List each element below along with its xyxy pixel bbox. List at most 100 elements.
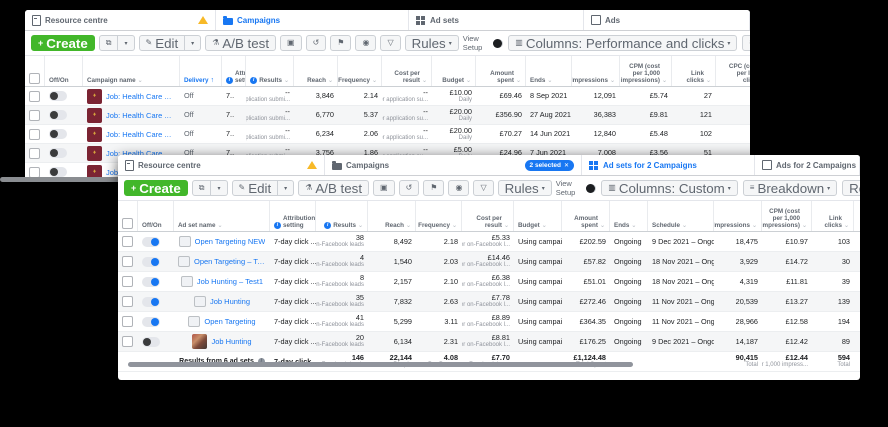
breakdown-button[interactable]: ≡ Breakdown▾ (742, 35, 750, 51)
row-name-link[interactable]: Job: Health Care Assistant (106, 92, 176, 101)
on-off-toggle[interactable] (142, 276, 160, 287)
column-header-attr[interactable]: i Attribution setting (270, 201, 316, 231)
column-header-name[interactable]: Campaign name ⌄ (83, 56, 180, 86)
columns-button[interactable]: ▥ Columns: Performance and clicks ▾ (508, 35, 738, 51)
select-all-checkbox[interactable] (29, 73, 40, 84)
view-setup-toggle[interactable] (585, 183, 597, 193)
column-header-clicks[interactable]: Link clicks ⌄ (672, 56, 716, 86)
column-header-results[interactable]: i Results ⌄ (316, 201, 368, 231)
undo-button[interactable]: ↺ (305, 35, 327, 51)
duplicate-dropdown-button[interactable]: ▾ (211, 180, 228, 196)
reports-button[interactable]: Reports▾ (842, 180, 860, 196)
rules-button[interactable]: Rules ▾ (404, 35, 459, 51)
view-setup-toggle[interactable] (492, 38, 504, 48)
edit-button[interactable]: ✎ Edit (138, 35, 186, 51)
on-off-toggle[interactable] (142, 316, 160, 327)
close-icon[interactable]: ✕ (564, 162, 569, 169)
row-name-link[interactable]: Open Targeting NEW (195, 237, 266, 246)
column-header-impr[interactable]: Impressions ⌄ (714, 201, 762, 231)
column-header-delivery[interactable]: Delivery ↑ (180, 56, 222, 86)
selected-count-badge[interactable]: 2 selected ✕ (524, 159, 574, 171)
column-header-freq[interactable]: Frequency ⌄ (338, 56, 382, 86)
column-header-reach[interactable]: Reach ⌄ (294, 56, 338, 86)
on-off-toggle[interactable] (142, 256, 160, 267)
column-header-ends[interactable]: Ends ⌄ (610, 201, 648, 231)
undo-button[interactable]: ↺ (398, 180, 420, 196)
audience-button[interactable]: ◉ (448, 180, 470, 196)
column-header-toggle[interactable]: Off/On (45, 56, 83, 86)
row-name-link[interactable]: Job Hunting (210, 297, 250, 306)
row-checkbox[interactable] (29, 90, 40, 102)
row-checkbox[interactable] (122, 236, 133, 247)
column-header-cpm[interactable]: CPM (cost per 1,000 impressions) ⌄ (762, 201, 812, 231)
funnel-button[interactable]: ▽ (473, 180, 494, 196)
row-name-link[interactable]: Job: Health Care Assistant *Imm... (106, 130, 176, 139)
columns-button[interactable]: ▥ Columns: Custom ▾ (601, 180, 738, 196)
tab-ads[interactable]: Ads (584, 10, 750, 30)
column-header-impr[interactable]: Impressions ⌄ (572, 56, 620, 86)
horizontal-scrollbar[interactable] (128, 362, 633, 367)
edit-dropdown-button[interactable]: ▾ (278, 180, 295, 196)
column-header-reach[interactable]: Reach ⌄ (368, 201, 416, 231)
column-header-attr[interactable]: i Attr sett (222, 56, 246, 86)
row-checkbox[interactable] (29, 147, 40, 159)
on-off-toggle[interactable] (49, 91, 67, 101)
tab-ads-for-2-campaigns[interactable]: Ads for 2 Campaigns (755, 155, 860, 175)
row-name-link[interactable]: Job Hunting – Test1 (197, 277, 263, 286)
funnel-button[interactable]: ▽ (380, 35, 401, 51)
on-off-toggle[interactable] (142, 296, 160, 307)
on-off-toggle[interactable] (49, 167, 67, 177)
on-off-toggle[interactable] (49, 110, 67, 120)
row-checkbox[interactable] (122, 256, 133, 267)
row-checkbox[interactable] (29, 128, 40, 140)
column-header-schedule[interactable]: Schedule ⌄ (648, 201, 714, 231)
tab-campaigns[interactable]: Campaigns 2 selected ✕ (325, 155, 582, 175)
row-name-link[interactable]: Open Targeting (204, 317, 255, 326)
column-header-check[interactable] (25, 56, 45, 86)
audience-button[interactable]: ◉ (355, 35, 377, 51)
row-checkbox[interactable] (29, 166, 40, 178)
tab-resource-centre[interactable]: Resource centre (25, 10, 216, 30)
column-header-clicks[interactable]: Link clicks ⌄ (812, 201, 854, 231)
on-off-toggle[interactable] (142, 236, 160, 247)
on-off-toggle[interactable] (49, 148, 67, 158)
row-checkbox[interactable] (122, 336, 133, 347)
row-name-link[interactable]: Job: Health Care Assistant (106, 111, 176, 120)
tab-campaigns[interactable]: Campaigns (216, 10, 409, 30)
on-off-toggle[interactable] (49, 129, 67, 139)
row-name-link[interactable]: Open Targeting – Test1 (194, 257, 266, 266)
column-header-cost[interactable]: Cost per result ⌄ (462, 201, 514, 231)
duplicate-dropdown-button[interactable]: ▾ (118, 35, 135, 51)
pin-button[interactable]: ⚑ (423, 180, 445, 196)
column-header-ends[interactable]: Ends ⌄ (526, 56, 572, 86)
column-header-results[interactable]: i Results ⌄ (246, 56, 294, 86)
tab-ad-sets-for-2-campaigns[interactable]: Ad sets for 2 Campaigns (582, 155, 755, 175)
breakdown-button[interactable]: ≡ Breakdown▾ (742, 180, 838, 196)
column-header-spent[interactable]: Amount spent ⌄ (476, 56, 526, 86)
on-off-toggle[interactable] (142, 336, 160, 347)
tab-ad-sets[interactable]: Ad sets (409, 10, 584, 30)
clipboard-button[interactable]: ▣ (373, 180, 395, 196)
row-checkbox[interactable] (122, 276, 133, 287)
column-header-cpm[interactable]: CPM (cost per 1,000 impressions) ⌄ (620, 56, 672, 86)
edit-button[interactable]: ✎ Edit (231, 180, 279, 196)
ab-test-button[interactable]: ⚗ A/B test (298, 180, 370, 196)
duplicate-button[interactable]: ⧉ (98, 35, 119, 51)
column-header-freq[interactable]: Frequency ⌄ (416, 201, 462, 231)
column-header-cpc[interactable]: CPC (cost per link click) (716, 56, 750, 86)
ab-test-button[interactable]: ⚗ A/B test (205, 35, 277, 51)
column-header-budget[interactable]: Budget ⌄ (514, 201, 562, 231)
row-checkbox[interactable] (122, 316, 133, 327)
select-all-checkbox[interactable] (122, 218, 133, 229)
column-header-spent[interactable]: Amount spent ⌄ (562, 201, 610, 231)
row-checkbox[interactable] (29, 109, 40, 121)
tab-resource-centre[interactable]: Resource centre (118, 155, 325, 175)
duplicate-button[interactable]: ⧉ (191, 180, 212, 196)
column-header-check[interactable] (118, 201, 138, 231)
row-name-link[interactable]: Job Hunting (211, 337, 251, 346)
create-button[interactable]: + Create (31, 35, 95, 51)
pin-button[interactable]: ⚑ (330, 35, 352, 51)
rules-button[interactable]: Rules ▾ (497, 180, 552, 196)
column-header-toggle[interactable]: Off/On (138, 201, 174, 231)
edit-dropdown-button[interactable]: ▾ (185, 35, 202, 51)
